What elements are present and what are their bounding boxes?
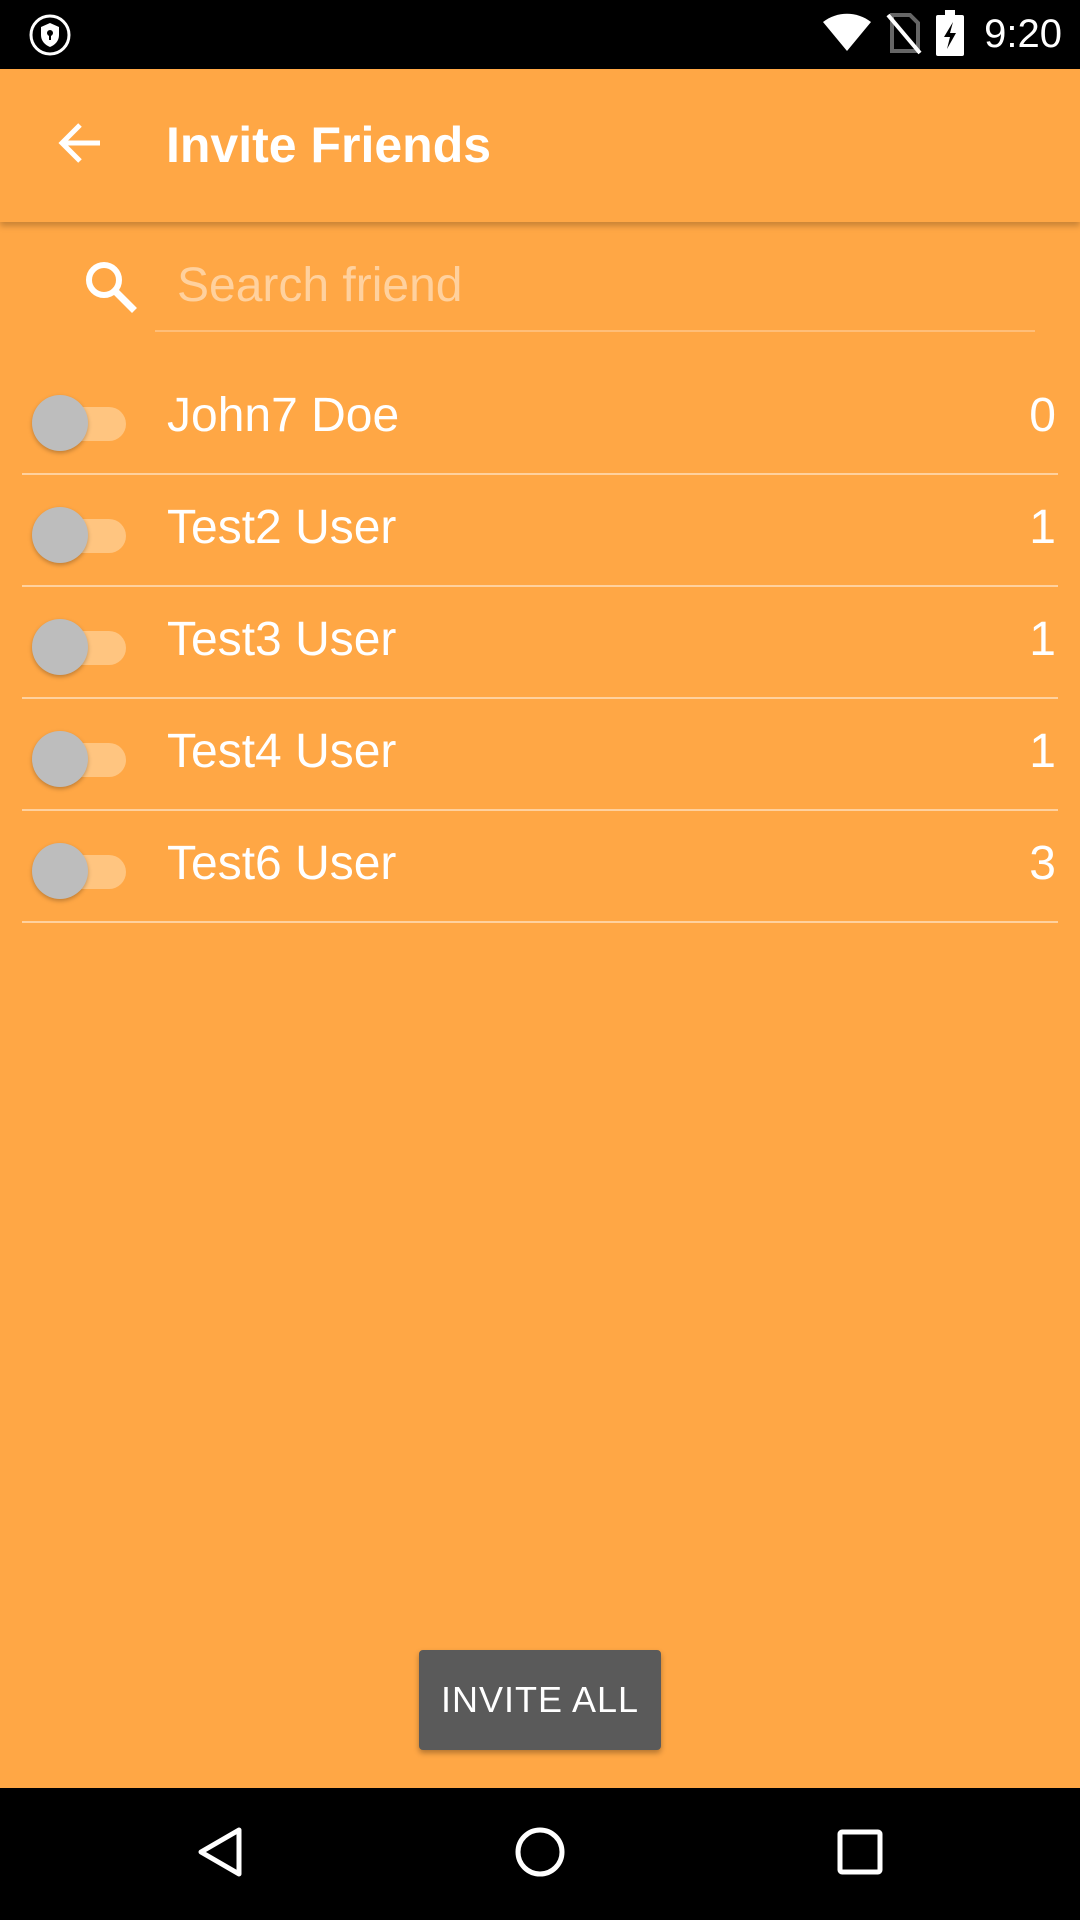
list-item[interactable]: Test6 User 3	[22, 811, 1058, 923]
toggle-thumb	[32, 731, 88, 787]
nav-recents-button[interactable]	[820, 1814, 900, 1894]
invite-toggle[interactable]	[32, 729, 126, 787]
page-title: Invite Friends	[166, 117, 492, 173]
list-item[interactable]: John7 Doe 0	[22, 363, 1058, 475]
vpn-shield-icon	[28, 13, 72, 57]
home-circle-icon	[512, 1824, 568, 1884]
arrow-back-icon	[56, 119, 104, 171]
invite-all-button[interactable]: INVITE ALL	[419, 1650, 661, 1750]
battery-charging-icon	[936, 9, 965, 60]
friend-count: 0	[1029, 389, 1056, 442]
nav-home-button[interactable]	[500, 1814, 580, 1894]
list-item[interactable]: Test3 User 1	[22, 587, 1058, 699]
navigation-bar	[0, 1788, 1080, 1920]
toggle-thumb	[32, 395, 88, 451]
friend-count: 3	[1029, 837, 1056, 890]
friend-name: Test2 User	[167, 501, 397, 554]
friend-count: 1	[1029, 725, 1056, 778]
status-icons: 9:20	[822, 0, 1062, 69]
back-triangle-icon	[193, 1824, 249, 1884]
friend-count: 1	[1029, 501, 1056, 554]
search-input[interactable]	[155, 240, 1035, 332]
recents-square-icon	[832, 1824, 888, 1884]
invite-toggle[interactable]	[32, 393, 126, 451]
friend-list: John7 Doe 0 Test2 User 1 Test3 User 1 Te…	[22, 363, 1058, 923]
status-bar: 9:20	[0, 0, 1080, 69]
no-sim-icon	[886, 11, 922, 59]
list-item[interactable]: Test2 User 1	[22, 475, 1058, 587]
back-button[interactable]	[40, 105, 120, 185]
invite-toggle[interactable]	[32, 617, 126, 675]
invite-friends-screen: 9:20 Invite Friends Search friend John7 …	[0, 0, 1080, 1920]
invite-toggle[interactable]	[32, 505, 126, 563]
wifi-icon	[822, 13, 872, 57]
friend-name: John7 Doe	[167, 389, 400, 442]
friend-name: Test3 User	[167, 613, 397, 666]
list-item[interactable]: Test4 User 1	[22, 699, 1058, 811]
toggle-thumb	[32, 507, 88, 563]
friend-count: 1	[1029, 613, 1056, 666]
search-bar	[0, 222, 1080, 342]
toggle-thumb	[32, 843, 88, 899]
friend-name: Test4 User	[167, 725, 397, 778]
status-time: 9:20	[984, 12, 1062, 56]
nav-back-button[interactable]	[181, 1814, 261, 1894]
friend-name: Test6 User	[167, 837, 397, 890]
app-bar: Invite Friends	[0, 69, 1080, 222]
toggle-thumb	[32, 619, 88, 675]
invite-toggle[interactable]	[32, 841, 126, 899]
search-icon	[82, 258, 138, 314]
